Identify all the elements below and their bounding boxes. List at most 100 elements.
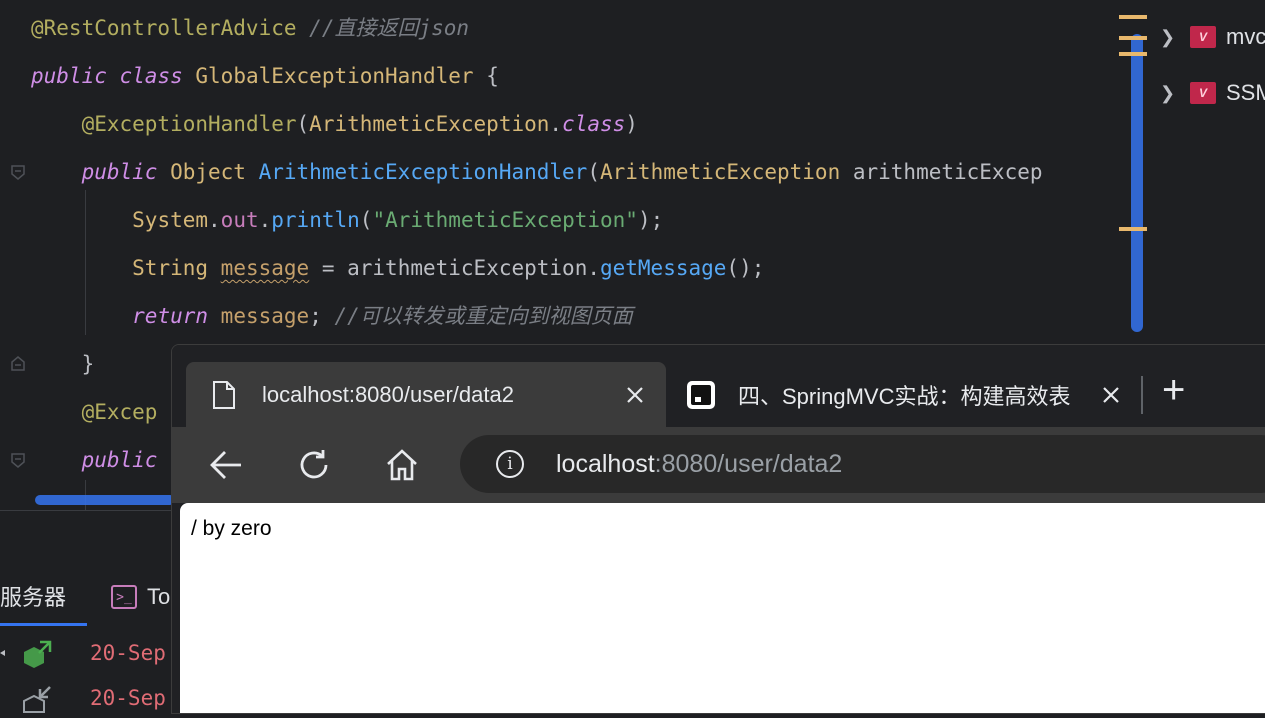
code-token: //可以转发或重定向到视图页面 — [334, 304, 633, 328]
browser-tab-active[interactable]: localhost:8080/user/data2 — [186, 362, 666, 427]
code-token: getMessage — [599, 256, 727, 280]
chevron-right-icon[interactable]: ❯ — [1160, 83, 1178, 104]
code-token: { — [473, 64, 499, 88]
tool-tab-bar: 服务器 >_ To — [0, 568, 170, 626]
code-line[interactable]: } — [31, 340, 95, 388]
code-token: ; — [309, 304, 335, 328]
fold-icon[interactable] — [9, 164, 27, 182]
url-text[interactable]: localhost:8080/user/data2 — [556, 450, 842, 479]
back-arrow-icon[interactable] — [208, 447, 244, 483]
code-line[interactable]: return message; //可以转发或重定向到视图页面 — [31, 292, 633, 340]
code-line[interactable]: @ExceptionHandler(ArithmeticException.cl… — [31, 100, 638, 148]
code-line[interactable]: @Excep — [31, 388, 158, 436]
code-token: GlobalExceptionHandler — [195, 64, 474, 88]
fold-icon[interactable] — [9, 354, 27, 372]
browser-window: localhost:8080/user/data2 四、SpringMVC实战：… — [171, 344, 1265, 714]
close-icon[interactable] — [626, 386, 644, 404]
tab-label: To — [147, 584, 171, 609]
code-token: @Excep — [81, 400, 158, 424]
code-token: "ArithmeticException" — [372, 208, 638, 232]
tree-item-label: mvc — [1226, 24, 1265, 49]
vertical-scrollbar[interactable] — [1131, 34, 1143, 332]
browser-toolbar: i localhost:8080/user/data2 — [172, 427, 1265, 503]
tab-title: localhost:8080/user/data2 — [262, 381, 514, 407]
site-icon — [687, 380, 715, 409]
log-text: 20-Sep — [90, 686, 166, 710]
deploy-icon — [24, 640, 52, 668]
undeploy-icon — [23, 686, 51, 713]
code-token: class — [562, 112, 626, 136]
warning-marker[interactable] — [1119, 36, 1147, 40]
log-row[interactable]: 20-Sep — [0, 633, 166, 673]
code-token: ) — [625, 112, 638, 136]
code-token: @RestControllerAdvice — [31, 16, 297, 40]
code-token: = arithmeticException. — [309, 256, 600, 280]
code-token: . — [258, 208, 272, 232]
code-token: ArithmeticExceptionHandler — [258, 160, 588, 184]
code-token: return — [132, 304, 209, 328]
tree-item-mvc[interactable]: ❯ V mvc — [1160, 17, 1265, 57]
code-line[interactable]: public class GlobalExceptionHandler { — [31, 52, 499, 100]
module-icon: V — [1190, 82, 1216, 104]
code-token: ); — [637, 208, 664, 232]
code-line[interactable]: @RestControllerAdvice //直接返回json — [31, 4, 469, 52]
code-token: //直接返回json — [309, 16, 470, 40]
warning-marker[interactable] — [1119, 227, 1147, 231]
code-token: ( — [296, 112, 310, 136]
home-icon[interactable] — [384, 447, 420, 483]
close-icon[interactable] — [1102, 386, 1120, 404]
tab-terminal[interactable]: >_ To — [87, 568, 170, 626]
page-content[interactable]: / by zero — [180, 503, 1265, 713]
log-text: 20-Sep — [90, 641, 166, 665]
warning-marker[interactable] — [1119, 15, 1147, 19]
refresh-icon[interactable] — [296, 447, 332, 483]
code-token: class — [119, 64, 183, 88]
url-path: :8080/user/data2 — [654, 449, 843, 478]
code-token: ArithmeticException — [600, 160, 841, 184]
tree-item-ssm[interactable]: ❯ V SSM — [1160, 73, 1265, 113]
code-token: . — [208, 208, 221, 232]
tab-separator — [1141, 376, 1143, 414]
code-token: @ExceptionHandler — [81, 112, 297, 136]
tab-services[interactable]: 服务器 — [0, 568, 87, 626]
info-icon[interactable]: i — [496, 450, 524, 478]
code-line[interactable]: public Object ArithmeticExceptionHandler… — [31, 148, 1043, 196]
code-line[interactable]: public — [31, 436, 158, 484]
code-token: (); — [726, 256, 765, 280]
code-token: message — [220, 256, 310, 280]
horizontal-scrollbar[interactable] — [35, 495, 175, 505]
tab-title: 四、SpringMVC实战：构建高效表 — [738, 383, 1071, 409]
browser-tab[interactable]: 四、SpringMVC实战：构建高效表 + — [672, 362, 1185, 427]
code-token: public — [81, 448, 158, 472]
code-token: arithmeticExcep — [840, 160, 1043, 184]
code-token: println — [271, 208, 360, 232]
fold-icon[interactable] — [9, 452, 27, 470]
tree-item-label: SSM — [1226, 80, 1265, 105]
code-token: Object — [170, 160, 246, 184]
code-token: out — [220, 208, 259, 232]
url-host: localhost — [556, 449, 655, 478]
warning-marker[interactable] — [1119, 52, 1147, 56]
chevron-right-icon[interactable]: ❯ — [1160, 27, 1178, 48]
code-line[interactable]: System.out.println("ArithmeticException"… — [31, 196, 663, 244]
code-token: ( — [359, 208, 373, 232]
code-token: public — [31, 64, 107, 88]
bullet-icon — [0, 650, 5, 656]
code-line[interactable]: String message = arithmeticException.get… — [31, 244, 764, 292]
page-body-text: / by zero — [191, 517, 272, 540]
address-bar[interactable]: i localhost:8080/user/data2 — [460, 435, 1265, 493]
log-row[interactable]: 20-Sep — [0, 678, 166, 718]
new-tab-button[interactable]: + — [1162, 370, 1185, 410]
